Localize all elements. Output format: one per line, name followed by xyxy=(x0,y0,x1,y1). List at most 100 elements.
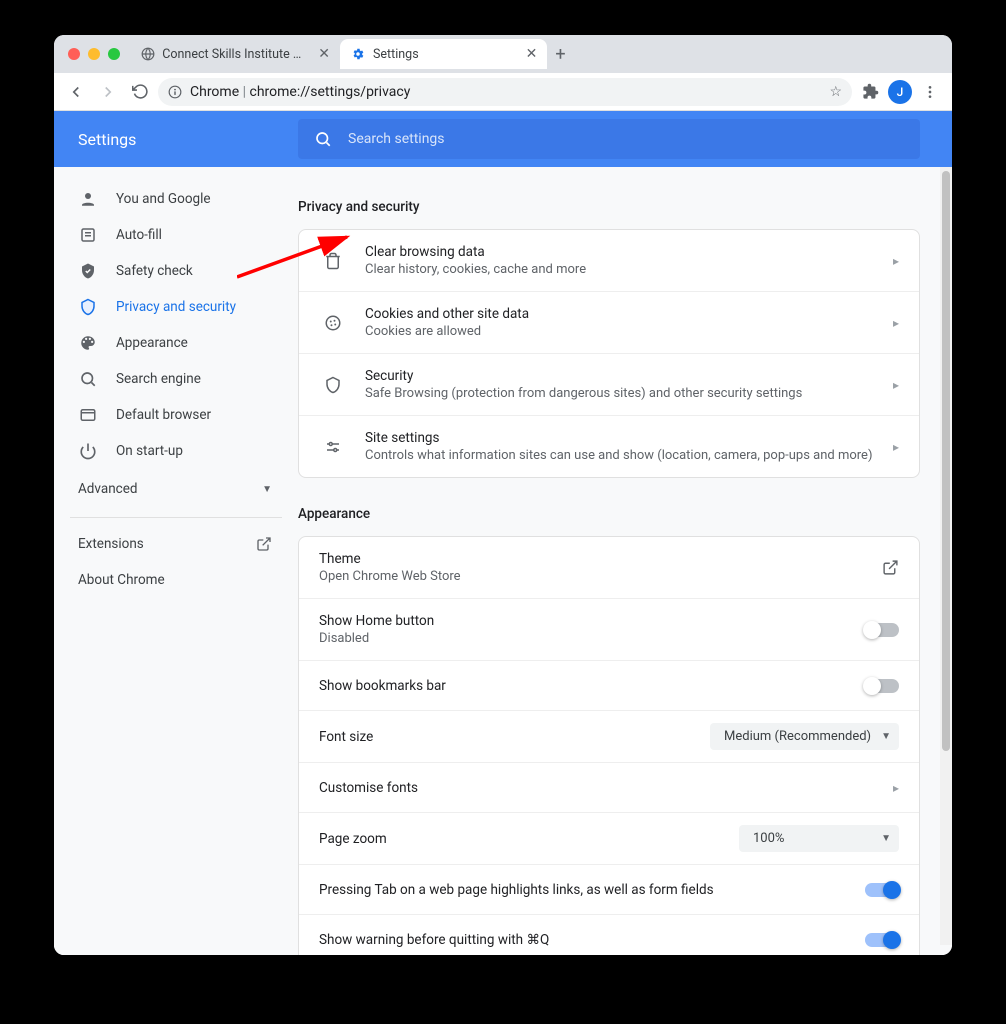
row-title: Cookies and other site data xyxy=(365,306,893,322)
row-security[interactable]: Security Safe Browsing (protection from … xyxy=(299,354,919,416)
back-button[interactable] xyxy=(62,78,90,106)
minimize-window-button[interactable] xyxy=(88,48,100,60)
sidebar-item-privacy-security[interactable]: Privacy and security xyxy=(54,289,298,325)
close-tab-icon[interactable]: ✕ xyxy=(318,46,330,62)
globe-icon xyxy=(140,46,155,62)
chevron-right-icon: ▸ xyxy=(893,781,899,795)
row-cookies[interactable]: Cookies and other site data Cookies are … xyxy=(299,292,919,354)
row-page-zoom[interactable]: Page zoom 100% ▼ xyxy=(299,813,919,865)
chevron-down-icon: ▼ xyxy=(262,484,272,495)
section-title-privacy: Privacy and security xyxy=(298,199,920,215)
cookie-icon xyxy=(319,314,347,332)
search-settings[interactable] xyxy=(298,119,920,159)
sidebar-item-autofill[interactable]: Auto-fill xyxy=(54,217,298,253)
row-tab-highlight[interactable]: Pressing Tab on a web page highlights li… xyxy=(299,865,919,915)
sidebar-item-label: Extensions xyxy=(78,536,144,552)
bookmark-star-icon[interactable]: ☆ xyxy=(829,84,842,100)
row-subtitle: Safe Browsing (protection from dangerous… xyxy=(365,386,893,401)
sidebar-item-appearance[interactable]: Appearance xyxy=(54,325,298,361)
sidebar-item-default-browser[interactable]: Default browser xyxy=(54,397,298,433)
row-title: Security xyxy=(365,368,893,384)
row-subtitle: Cookies are allowed xyxy=(365,324,893,339)
toggle-quit-warning[interactable] xyxy=(865,933,899,947)
dropdown-value: 100% xyxy=(753,831,784,846)
maximize-window-button[interactable] xyxy=(108,48,120,60)
toggle-home-button[interactable] xyxy=(865,623,899,637)
row-home-button[interactable]: Show Home button Disabled xyxy=(299,599,919,661)
sidebar-item-advanced[interactable]: Advanced ▼ xyxy=(54,469,298,509)
autofill-icon xyxy=(78,226,98,244)
row-font-size[interactable]: Font size Medium (Recommended) ▼ xyxy=(299,711,919,763)
chevron-down-icon: ▼ xyxy=(881,731,891,742)
row-quit-warning[interactable]: Show warning before quitting with ⌘Q xyxy=(299,915,919,955)
row-title: Page zoom xyxy=(319,831,739,847)
sidebar-item-about[interactable]: About Chrome xyxy=(54,562,298,598)
close-tab-icon[interactable]: ✕ xyxy=(526,46,538,62)
settings-header: Settings xyxy=(54,111,952,167)
window-controls xyxy=(62,48,130,60)
palette-icon xyxy=(78,334,98,352)
row-title: Show bookmarks bar xyxy=(319,678,865,694)
row-theme[interactable]: Theme Open Chrome Web Store xyxy=(299,537,919,599)
row-title: Site settings xyxy=(365,430,893,446)
chevron-down-icon: ▼ xyxy=(881,833,891,844)
dropdown-font-size[interactable]: Medium (Recommended) ▼ xyxy=(710,723,899,750)
sidebar-item-search-engine[interactable]: Search engine xyxy=(54,361,298,397)
forward-button[interactable] xyxy=(94,78,122,106)
toolbar: Chrome | chrome://settings/privacy ☆ J xyxy=(54,73,952,111)
open-external-icon xyxy=(882,559,899,576)
kebab-menu-button[interactable] xyxy=(916,78,944,106)
row-subtitle: Controls what information sites can use … xyxy=(365,448,893,463)
site-info-icon[interactable] xyxy=(168,85,182,99)
row-title: Pressing Tab on a web page highlights li… xyxy=(319,882,865,898)
address-bar[interactable]: Chrome | chrome://settings/privacy ☆ xyxy=(158,78,852,106)
sidebar-item-label: Advanced xyxy=(78,481,138,497)
gear-icon xyxy=(350,46,366,62)
sidebar-item-label: Safety check xyxy=(116,263,193,279)
sidebar-item-extensions[interactable]: Extensions xyxy=(54,526,298,562)
sidebar-item-safety-check[interactable]: Safety check xyxy=(54,253,298,289)
security-icon xyxy=(319,376,347,394)
row-clear-browsing-data[interactable]: Clear browsing data Clear history, cooki… xyxy=(299,230,919,292)
search-icon xyxy=(78,370,98,388)
dropdown-page-zoom[interactable]: 100% ▼ xyxy=(739,825,899,852)
privacy-card: Clear browsing data Clear history, cooki… xyxy=(298,229,920,478)
sidebar-item-label: Search engine xyxy=(116,371,201,387)
sidebar-item-startup[interactable]: On start-up xyxy=(54,433,298,469)
extensions-button[interactable] xyxy=(856,78,884,106)
row-subtitle: Clear history, cookies, cache and more xyxy=(365,262,893,277)
new-tab-button[interactable]: + xyxy=(547,44,573,65)
reload-button[interactable] xyxy=(126,78,154,106)
person-icon xyxy=(78,190,98,208)
url-text: Chrome | chrome://settings/privacy xyxy=(190,84,410,100)
separator xyxy=(70,517,282,518)
scrollbar-track[interactable] xyxy=(940,167,952,945)
scrollbar-thumb[interactable] xyxy=(942,171,950,751)
row-title: Font size xyxy=(319,729,710,745)
sidebar-item-you-and-google[interactable]: You and Google xyxy=(54,181,298,217)
row-site-settings[interactable]: Site settings Controls what information … xyxy=(299,416,919,477)
search-input[interactable] xyxy=(348,131,904,147)
page-title: Settings xyxy=(54,130,298,149)
sidebar: You and Google Auto-fill Safety check Pr… xyxy=(54,167,298,955)
row-customise-fonts[interactable]: Customise fonts ▸ xyxy=(299,763,919,813)
main-panel: Privacy and security Clear browsing data… xyxy=(298,167,952,955)
dropdown-value: Medium (Recommended) xyxy=(724,729,871,744)
safety-check-icon xyxy=(78,262,98,280)
row-title: Show warning before quitting with ⌘Q xyxy=(319,932,865,948)
toggle-bookmarks-bar[interactable] xyxy=(865,679,899,693)
row-title: Show Home button xyxy=(319,613,865,629)
toggle-tab-highlight[interactable] xyxy=(865,883,899,897)
row-bookmarks-bar[interactable]: Show bookmarks bar xyxy=(299,661,919,711)
tab-settings[interactable]: Settings ✕ xyxy=(340,39,547,69)
tab-connect-skills[interactable]: Connect Skills Institute Pty Ltd ✕ xyxy=(130,39,340,69)
appearance-card: Theme Open Chrome Web Store Show Home bu… xyxy=(298,536,920,955)
sidebar-item-label: On start-up xyxy=(116,443,183,459)
browser-window: Connect Skills Institute Pty Ltd ✕ Setti… xyxy=(54,35,952,955)
chevron-right-icon: ▸ xyxy=(893,440,899,454)
profile-avatar[interactable]: J xyxy=(888,80,912,104)
sidebar-item-label: You and Google xyxy=(116,191,211,207)
chevron-right-icon: ▸ xyxy=(893,378,899,392)
chevron-right-icon: ▸ xyxy=(893,254,899,268)
close-window-button[interactable] xyxy=(68,48,80,60)
